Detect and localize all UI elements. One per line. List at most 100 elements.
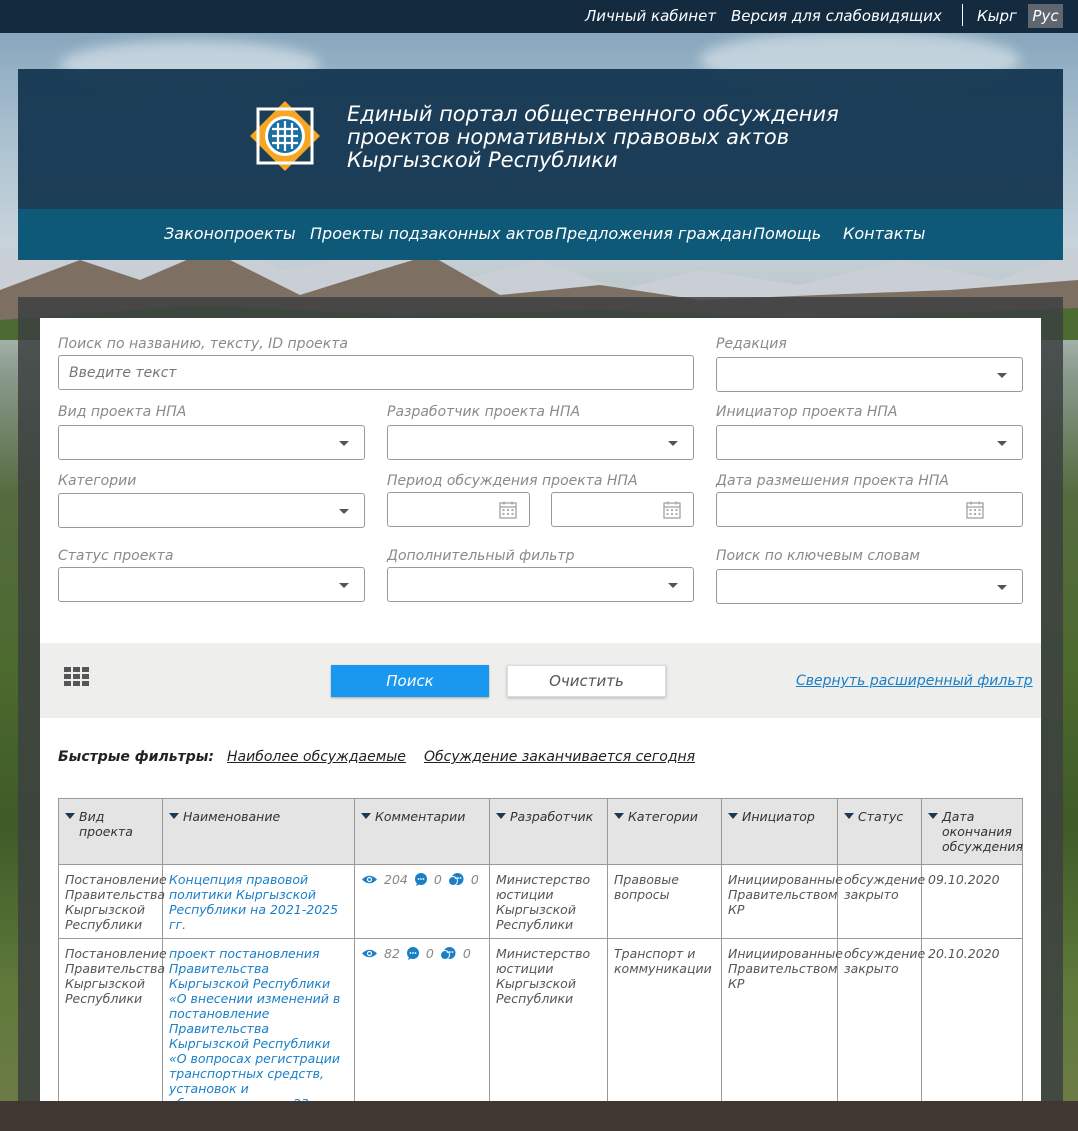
keywords-select[interactable] [716, 569, 1023, 604]
search-field [58, 355, 694, 390]
project-name-link[interactable]: Концепция правовой политики Кыргызской Р… [169, 872, 338, 932]
nav-bills[interactable]: Законопроекты [164, 224, 296, 243]
main-navigation: Законопроекты Проекты подзаконных актов … [18, 209, 1063, 260]
project-name-link[interactable]: проект постановления Правительства Кыргы… [169, 946, 347, 1101]
language-russian-active[interactable]: Рус [1028, 4, 1063, 28]
period-label: Период обсуждения проекта НПА [387, 473, 638, 489]
column-header-initiator[interactable]: Инициатор [721, 798, 838, 865]
column-header-developer[interactable]: Разработчик [489, 798, 608, 865]
chevron-down-icon [997, 585, 1007, 590]
comment-icon [414, 872, 427, 886]
chevron-down-icon [339, 509, 349, 514]
initiator-label: Инициатор проекта НПА [716, 404, 898, 420]
site-title-line: Единый портал общественного обсуждения [347, 102, 839, 126]
nav-contacts[interactable]: Контакты [843, 224, 925, 243]
calendar-icon[interactable] [499, 501, 517, 519]
cell-initiator: Инициированные Правительством КР [721, 864, 843, 939]
categories-select[interactable] [58, 493, 365, 528]
column-header-comments[interactable]: Комментарии [354, 798, 490, 865]
sort-caret-icon [496, 813, 506, 819]
views-count: 82 [384, 946, 400, 961]
period-end-date[interactable] [551, 492, 694, 527]
grid-view-icon[interactable] [64, 667, 90, 687]
quick-filters-label: Быстрые фильтры: [58, 749, 214, 765]
column-header-label: Статус [858, 809, 904, 824]
cell-category: Правовые вопросы [607, 864, 722, 939]
column-header-name[interactable]: Наименование [162, 798, 355, 865]
collapse-filter-link[interactable]: Свернуть расширенный фильтр [796, 673, 1033, 689]
cell-initiator: Инициированные Правительством КР [721, 938, 843, 1101]
extra-filter-select[interactable] [387, 567, 694, 602]
cell-end-date: 09.10.2020 [921, 864, 1023, 939]
edition-select[interactable] [716, 357, 1023, 392]
accessibility-version-link[interactable]: Версия для слабовидящих [731, 7, 942, 25]
status-select[interactable] [58, 567, 365, 602]
quick-filter-most-discussed[interactable]: Наиболее обсуждаемые [227, 749, 406, 765]
search-input[interactable] [59, 356, 693, 389]
column-header-label: Инициатор [742, 809, 815, 824]
keywords-label: Поиск по ключевым словам [716, 548, 920, 564]
cell-developer: Министерство юстиции Кыргызской Республи… [489, 864, 608, 939]
posted-date-input[interactable] [716, 492, 1023, 527]
period-start-date[interactable] [387, 492, 530, 527]
chevron-down-icon [339, 441, 349, 446]
site-title: Единый портал общественного обсуждения п… [347, 103, 867, 172]
sort-caret-icon [169, 813, 179, 819]
chevron-down-icon [997, 441, 1007, 446]
clear-button[interactable]: Очистить [507, 665, 666, 697]
calendar-icon[interactable] [663, 501, 681, 519]
site-title-line: Кыргызской Республики [347, 148, 618, 172]
type-select[interactable] [58, 425, 365, 460]
nav-help[interactable]: Помощь [753, 224, 821, 243]
calendar-icon[interactable] [966, 501, 984, 519]
cell-name: проект постановления Правительства Кыргы… [162, 938, 355, 1101]
search-panel: Поиск по названию, тексту, ID проекта Ре… [40, 318, 1041, 1101]
filter-action-bar: Поиск Очистить Свернуть расширенный филь… [40, 643, 1041, 718]
eye-icon [362, 949, 377, 958]
column-header-label: Разработчик [510, 809, 594, 824]
column-header-label: Категории [628, 809, 698, 824]
sort-caret-icon [614, 813, 624, 819]
column-header-status[interactable]: Статус [837, 798, 922, 865]
top-utility-bar: Личный кабинет Версия для слабовидящих К… [0, 0, 1078, 33]
column-header-label: Дата окончания обсуждения [942, 809, 1024, 854]
cell-name: Концепция правовой политики Кыргызской Р… [162, 864, 355, 939]
cell-comments: 82 0 0 [354, 938, 490, 1101]
language-kyrgyz-link[interactable]: Кырг [977, 7, 1017, 25]
comments-count: 0 [425, 946, 434, 961]
table-row: Постановление Правительства Кыргызской Р… [58, 864, 1023, 939]
search-button[interactable]: Поиск [331, 665, 489, 697]
posted-date-label: Дата размешения проекта НПА [716, 473, 949, 489]
nav-citizen-proposals[interactable]: Предложения граждан [555, 224, 752, 243]
chevron-down-icon [997, 373, 1007, 378]
sort-caret-icon [361, 813, 371, 819]
type-label: Вид проекта НПА [58, 404, 187, 420]
page-bottom-bar [0, 1101, 1078, 1131]
table-row: Постановление Правительства Кыргызской Р… [58, 938, 1023, 1101]
site-header: Единый портал общественного обсуждения п… [18, 69, 1063, 209]
comments-count: 0 [433, 872, 442, 887]
table-header-row: Вид проекта Наименование Комментарии Раз… [58, 798, 1024, 865]
personal-cabinet-link[interactable]: Личный кабинет [585, 7, 716, 25]
column-header-label: Комментарии [375, 809, 466, 824]
column-header-categories[interactable]: Категории [607, 798, 722, 865]
sort-caret-icon [728, 813, 738, 819]
cell-end-date: 20.10.2020 [921, 938, 1023, 1101]
column-header-label: Наименование [183, 809, 281, 824]
nav-bylaw-drafts[interactable]: Проекты подзаконных актов [310, 224, 554, 243]
column-header-type[interactable]: Вид проекта [58, 798, 163, 865]
developer-label: Разработчик проекта НПА [387, 404, 581, 420]
column-header-end-date[interactable]: Дата окончания обсуждения [921, 798, 1024, 865]
portal-logo[interactable] [248, 99, 322, 173]
replies-count: 0 [462, 946, 471, 961]
developer-select[interactable] [387, 425, 694, 460]
initiator-select[interactable] [716, 425, 1023, 460]
chevron-down-icon [339, 583, 349, 588]
comment-icon [406, 946, 419, 960]
eye-icon [362, 875, 377, 884]
chevron-down-icon [668, 583, 678, 588]
language-divider [962, 4, 963, 26]
chevron-down-icon [668, 441, 678, 446]
cell-comments: 204 0 0 [354, 864, 490, 939]
quick-filter-ending-today[interactable]: Обсуждение заканчивается сегодня [424, 749, 695, 765]
